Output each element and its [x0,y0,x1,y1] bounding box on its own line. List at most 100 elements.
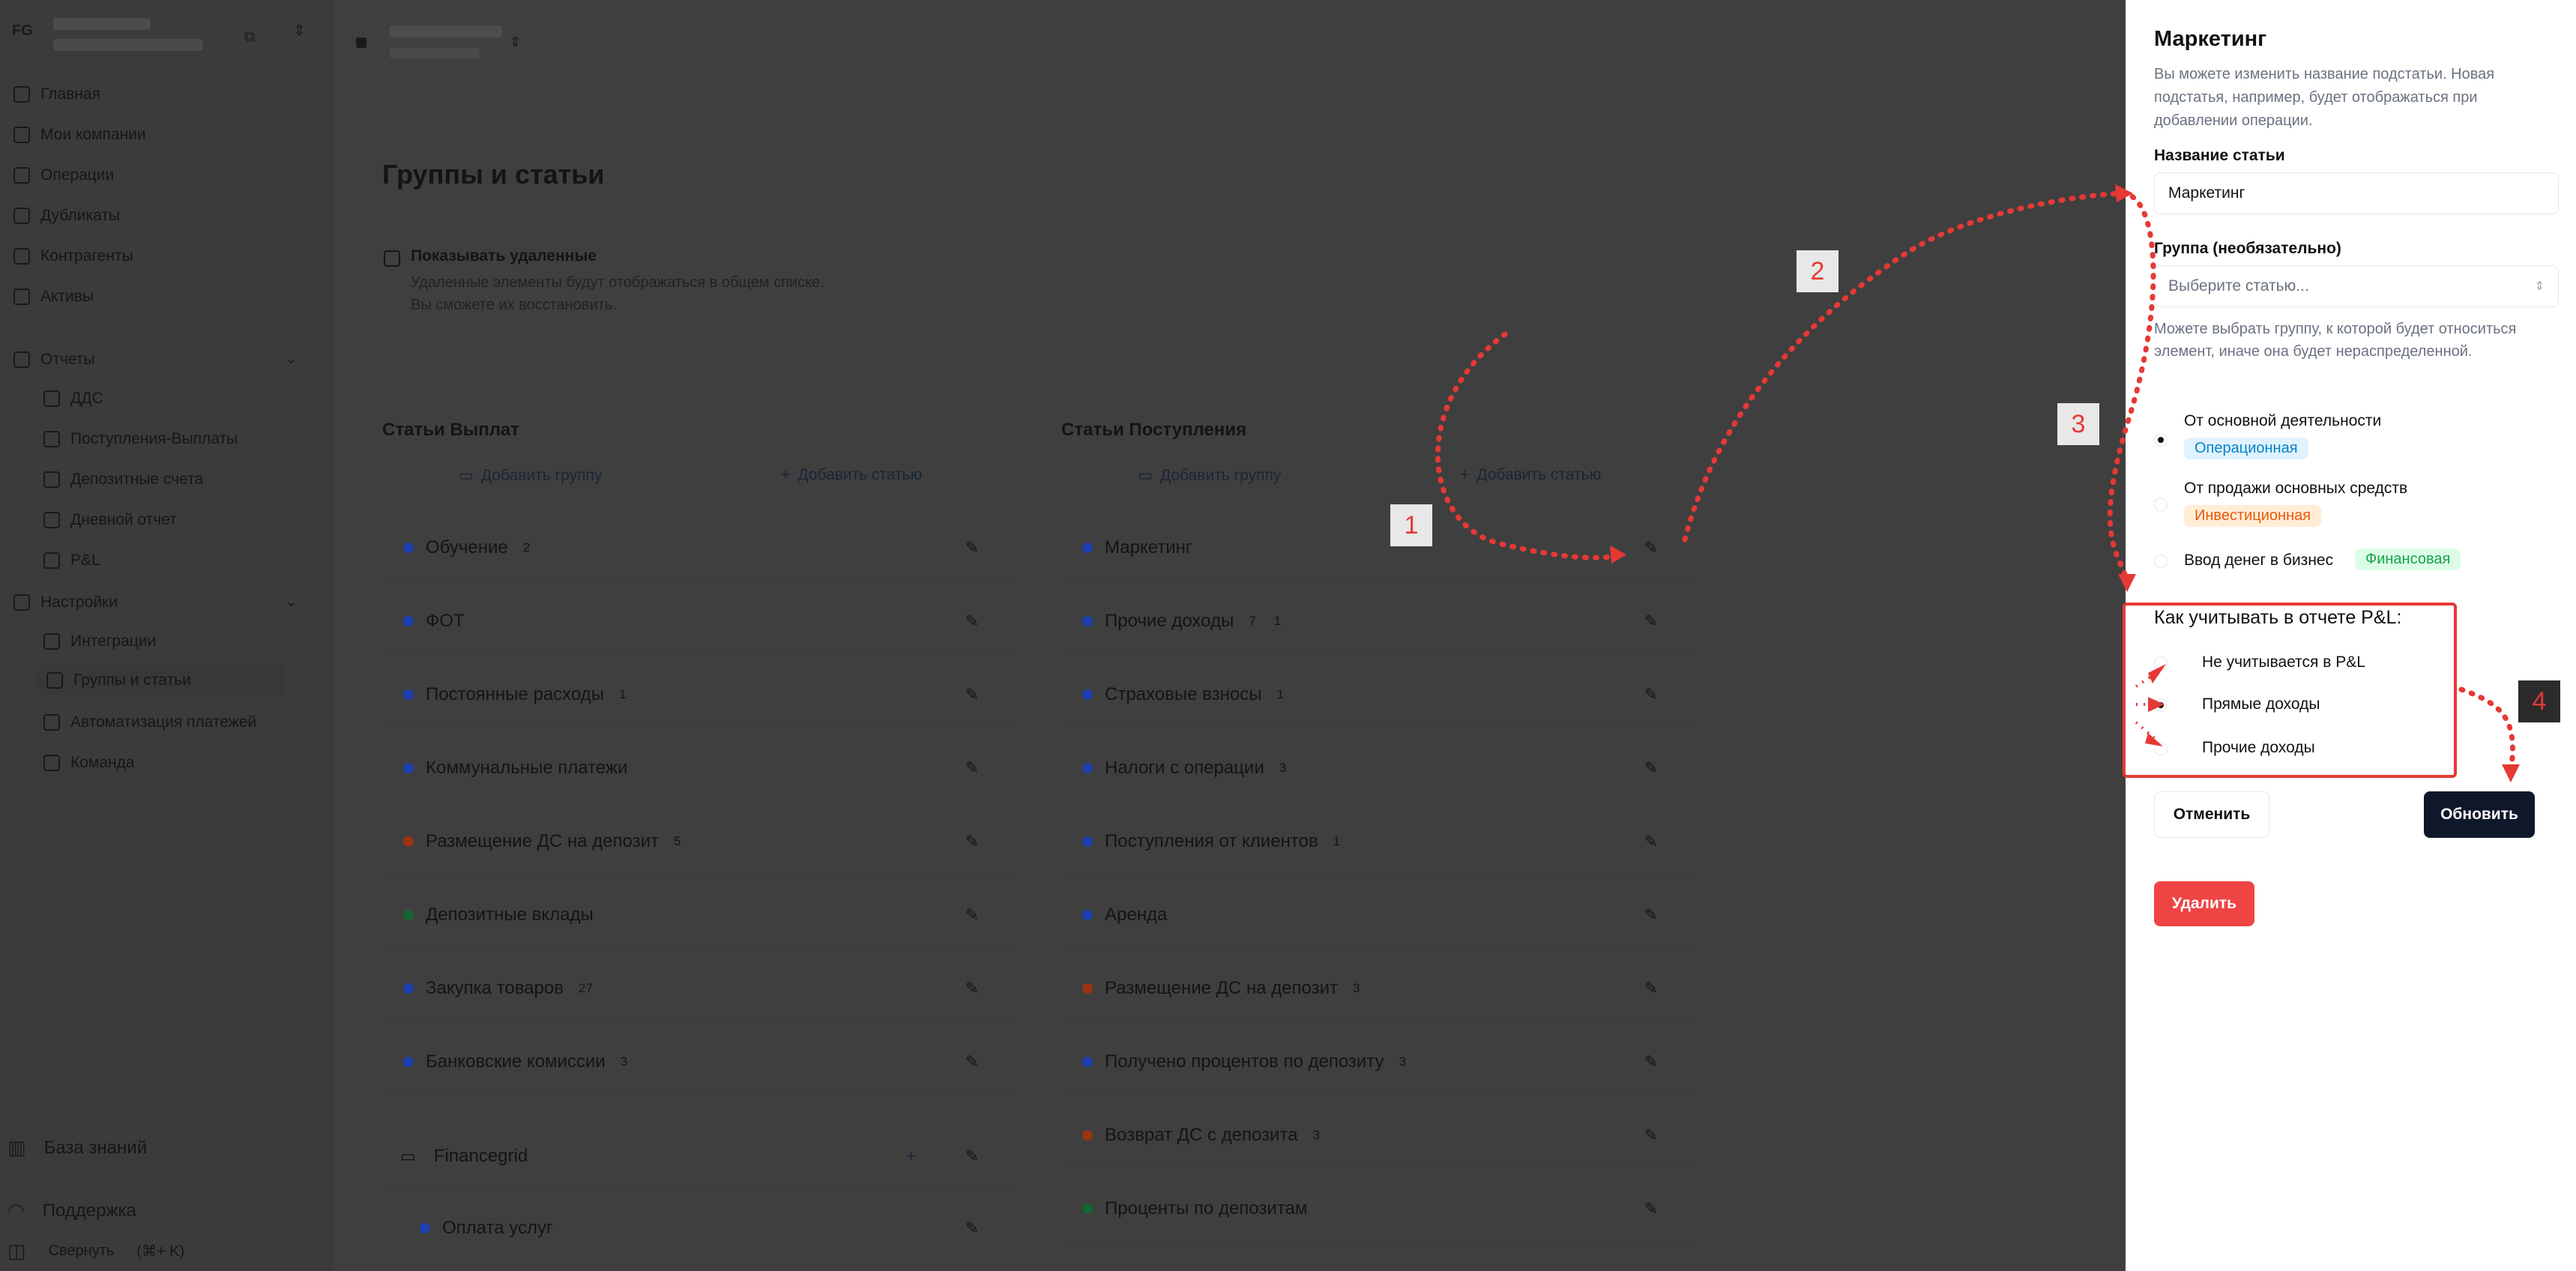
workspace-name-blurred[interactable] [390,25,502,37]
sidebar-item-companies[interactable]: Мои компании [13,120,146,150]
knowledge-base-link[interactable]: ▥ База знаний [7,1136,147,1159]
table-row[interactable]: Обучение 2 ✎ [384,516,1013,580]
company-switcher[interactable]: FG ⧉ ⇕ [12,13,312,58]
add-group-button[interactable]: ▭ Добавить группу [1138,466,1281,485]
edit-icon[interactable]: ✎ [1644,1126,1658,1145]
table-row[interactable]: Налоги с операции 3 ✎ [1063,736,1692,800]
table-row[interactable]: Размещение ДС на депозит 5 ✎ [384,809,1013,874]
annotation-3: 3 [2057,403,2099,445]
sidebar-item-daily-report[interactable]: Дневной отчет [43,505,177,535]
edit-icon[interactable]: ✎ [965,685,979,704]
chevron-updown-icon[interactable]: ⇕ [510,34,521,50]
sidebar-item-label: ДДС [70,390,103,407]
chevron-down-icon[interactable]: ⌄ [285,349,298,368]
cancel-button[interactable]: Отменить [2154,791,2269,838]
activity-radio-operational[interactable] [2154,433,2168,447]
activity-radio-financial[interactable] [2154,555,2168,568]
row-count: 3 [1279,760,1287,775]
app-background: FG ⧉ ⇕ Главная Мои компании Операции Дуб… [0,0,2126,1271]
sidebar-item-home[interactable]: Главная [13,79,100,109]
edit-icon[interactable]: ✎ [965,758,979,778]
table-row[interactable]: Коммунальные платежи ✎ [384,736,1013,800]
edit-icon[interactable]: ✎ [965,832,979,851]
edit-icon[interactable]: ✎ [1644,538,1658,558]
edit-icon[interactable]: ✎ [965,1219,979,1238]
table-row[interactable]: Оплата услуг ✎ [405,1196,1013,1261]
support-link[interactable]: ◠ Поддержка [7,1199,136,1222]
gear-icon [46,672,63,689]
sidebar-item-groups-items[interactable]: Группы и статьи [37,665,285,695]
settings-icon [13,594,30,611]
edit-icon[interactable]: ✎ [1644,832,1658,851]
sidebar-item-pl[interactable]: P&L [43,546,100,576]
edit-icon[interactable]: ✎ [1644,979,1658,998]
table-row[interactable]: Проценты по депозитам ✎ [1063,1177,1692,1241]
chevron-updown-icon[interactable]: ⇕ [293,21,306,40]
chevron-down-icon[interactable]: ⌄ [285,592,298,611]
sidebar-item-payment-automation[interactable]: Автоматизация платежей [43,707,256,737]
name-input[interactable]: Маркетинг [2154,172,2559,214]
edit-icon[interactable]: ✎ [965,538,979,558]
table-row[interactable]: Прочие доходы 7 1 ✎ [1063,589,1692,653]
sidebar-item-assets[interactable]: Активы [13,282,94,312]
delete-button[interactable]: Удалить [2154,881,2254,926]
add-group-button[interactable]: ▭ Добавить группу [459,466,602,485]
table-row[interactable]: Банковские комиссии 3 ✎ [384,1030,1013,1094]
folder-icon: ▭ [459,467,474,484]
sidebar-section-label: Настройки [40,594,118,611]
activity-radio-investment[interactable] [2154,498,2168,511]
table-row[interactable]: Аренда ✎ [1063,883,1692,947]
edit-icon[interactable]: ✎ [965,979,979,998]
table-row[interactable]: Получено процентов по депозиту 3 ✎ [1063,1030,1692,1094]
automation-icon [43,714,60,731]
row-count: 2 [522,540,531,555]
add-item-button[interactable]: + Добавить статью [781,466,922,484]
update-button[interactable]: Обновить [2424,791,2535,838]
sidebar-item-deposits[interactable]: Депозитные счета [43,465,203,495]
table-row[interactable]: Поступления от клиентов 1 ✎ [1063,809,1692,874]
table-row[interactable]: Депозитные вклады ✎ [384,883,1013,947]
sidebar-item-counterparties[interactable]: Контрагенты [13,241,133,271]
row-count: 1 [618,686,627,701]
copy-icon[interactable]: ⧉ [244,28,255,46]
edit-icon[interactable]: ✎ [1644,1199,1658,1219]
edit-icon[interactable]: ✎ [1644,905,1658,925]
table-row[interactable]: Закупка товаров 27 ✎ [384,956,1013,1021]
table-row[interactable]: ФОТ ✎ [384,589,1013,653]
edit-icon[interactable]: ✎ [1644,685,1658,704]
table-row[interactable]: Маркетинг ✎ [1063,516,1692,580]
edit-icon[interactable]: ✎ [965,905,979,925]
status-badge: Операционная [2184,438,2308,459]
status-badge: Инвестиционная [2184,505,2322,527]
sidebar-item-operations[interactable]: Операции [13,160,114,190]
plus-icon[interactable]: + [906,1147,916,1166]
add-item-button[interactable]: + Добавить статью [1460,466,1601,484]
table-row[interactable]: Возврат ДС с депозита 3 ✎ [1063,1103,1692,1168]
edit-icon[interactable]: ✎ [965,612,979,631]
row-count: 1 [1276,686,1284,701]
edit-icon[interactable]: ✎ [965,1147,979,1166]
page-title: Группы и статьи [382,159,605,190]
table-row[interactable]: Страховые взносы 1 ✎ [1063,662,1692,727]
edit-icon[interactable]: ✎ [1644,1052,1658,1072]
edit-icon[interactable]: ✎ [1644,758,1658,778]
edit-icon[interactable]: ✎ [965,1052,979,1072]
sidebar-section-settings[interactable]: Настройки [13,588,118,618]
table-row[interactable]: Постоянные расходы 1 ✎ [384,662,1013,727]
sidebar-item-receipts-payments[interactable]: Поступления-Выплаты [43,424,238,454]
row-count-secondary: 1 [1273,613,1282,628]
sidebar-item-integrations[interactable]: Интеграции [43,627,156,656]
collapse-button[interactable]: ◫ Свернуть (⌘+ K) [7,1240,184,1263]
row-name: Аренда [1105,904,1168,925]
table-row[interactable]: Размещение ДС на депозит 3 ✎ [1063,956,1692,1021]
sidebar-section-reports[interactable]: Отчеты [13,345,95,375]
show-deleted-checkbox[interactable] [384,250,400,267]
sidebar-item-duplicates[interactable]: Дубликаты [13,201,120,231]
edit-icon[interactable]: ✎ [1644,612,1658,631]
group-select[interactable]: Выберите статью... ⇕ [2154,265,2559,307]
sidebar-item-label: Интеграции [70,633,157,650]
sidebar-item-dds[interactable]: ДДС [43,384,103,414]
sidebar-item-label: Депозитные счета [70,471,204,488]
sidebar-item-team[interactable]: Команда [43,748,135,778]
group-row[interactable]: ▭ Financegrid + ✎ [384,1124,1013,1189]
